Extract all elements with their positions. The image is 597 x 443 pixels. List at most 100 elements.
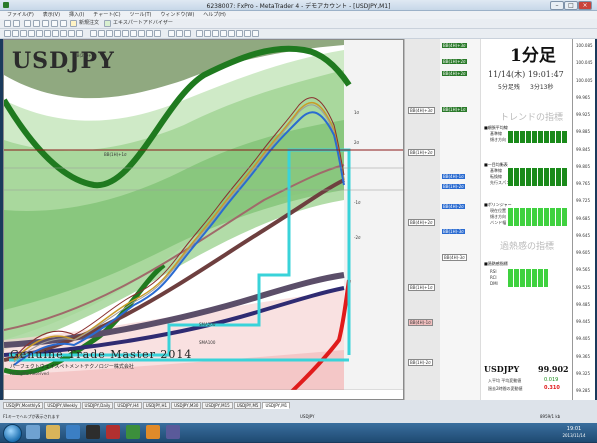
vertical-line-icon[interactable] [20, 30, 27, 37]
band-tag: BB(1H)+2σ [408, 149, 435, 156]
periods-icon[interactable] [244, 30, 251, 37]
price-tick: 99.965 [576, 94, 590, 100]
price-chart[interactable]: USDJPY BB(2H)+3σ BB(1H)+1σ 1σ 2σ -1σ -2σ… [3, 39, 404, 400]
text-icon[interactable] [60, 30, 67, 37]
terminal-icon[interactable] [51, 20, 58, 27]
period-m1-button[interactable] [90, 30, 97, 37]
period-m30-button[interactable] [114, 30, 121, 37]
price-scale[interactable]: 100.085 100.045 100.005 99.965 99.925 99.885 9… [572, 39, 595, 400]
overheat-section-title: ■過熱感指標 [484, 261, 508, 266]
info-panel: BB(4H)+3σ BB(1H)+2σ BB(4H)+2σ BB(1H)+1σ … [440, 39, 572, 400]
period-h1-button[interactable] [122, 30, 129, 37]
menu-chart[interactable]: チャート(C) [93, 11, 120, 19]
trendline-icon[interactable] [36, 30, 43, 37]
price-tick: 100.005 [576, 77, 593, 83]
market-watch-icon[interactable] [24, 20, 31, 27]
menu-view[interactable]: 表示(V) [43, 11, 60, 19]
app-icon[interactable] [66, 425, 80, 439]
trend-grid [508, 208, 568, 226]
menu-insert[interactable]: 挿入(I) [69, 11, 84, 19]
templates-icon[interactable] [252, 30, 259, 37]
data-window-icon[interactable] [33, 20, 40, 27]
price-tick: 99.365 [576, 353, 590, 359]
zoom-out-icon[interactable] [204, 30, 211, 37]
profiles-icon[interactable] [13, 20, 20, 27]
price-tick: 99.925 [576, 112, 590, 117]
period-w1-button[interactable] [146, 30, 153, 37]
fibonacci-icon[interactable] [52, 30, 59, 37]
period-m15-button[interactable] [106, 30, 113, 37]
chart-sigma-label-2: 2σ [354, 140, 360, 145]
close-button[interactable]: × [578, 1, 592, 10]
trend-grid [508, 131, 568, 143]
strategy-tester-icon[interactable] [60, 20, 67, 27]
expert-advisor-icon[interactable] [104, 20, 111, 27]
chart-ma-label-2: SMA100 [199, 340, 216, 345]
chart-tab[interactable]: USDJPY,M1 [262, 402, 291, 409]
ie-icon[interactable] [26, 425, 40, 439]
navigator-icon[interactable] [42, 20, 49, 27]
toolbar-standard: 新規注文 エキスパートアドバイザー [0, 19, 597, 29]
maximize-button[interactable]: □ [564, 1, 578, 10]
chart-sigma-label-3: -1σ [354, 200, 361, 205]
app-icon[interactable] [106, 425, 120, 439]
period-mn-button[interactable] [154, 30, 161, 37]
price-tick: 99.605 [576, 250, 590, 255]
panel-tag-strip: BB(4H)+3σ BB(1H)+2σ BB(4H)+2σ BB(1H)+1σ … [440, 39, 481, 400]
status-symbol: USDJPY [300, 414, 315, 419]
chart-tab[interactable]: USDJPY,M5 [233, 402, 262, 409]
horizontal-line-icon[interactable] [28, 30, 35, 37]
menu-tools[interactable]: ツール(T) [130, 11, 152, 19]
app-icon[interactable] [166, 425, 180, 439]
chart-tab[interactable]: USDJPY,H4 [114, 402, 142, 409]
indicators-icon[interactable] [236, 30, 243, 37]
chart-tab[interactable]: USDJPY,Daily [81, 402, 114, 409]
price-tick: 99.285 [576, 388, 590, 393]
crosshair-icon[interactable] [12, 30, 19, 37]
bar-chart-icon[interactable] [168, 30, 175, 37]
start-button[interactable] [3, 424, 22, 443]
clock-date[interactable]: 2013/11/14 [556, 433, 592, 438]
toolbar-charts [0, 29, 597, 39]
mt4-icon[interactable] [126, 425, 140, 439]
expert-advisor-button[interactable]: エキスパートアドバイザー [113, 20, 173, 27]
period-m5-button[interactable] [98, 30, 105, 37]
period-h4-button[interactable] [130, 30, 137, 37]
chart-tab[interactable]: USDJPY,MonthlyS [3, 402, 44, 409]
zoom-in-icon[interactable] [196, 30, 203, 37]
channel-icon[interactable] [44, 30, 51, 37]
chart-watermark: Genuine Trade Master 2014 [10, 348, 193, 361]
minimize-button[interactable]: – [550, 1, 564, 10]
new-order-icon[interactable] [70, 20, 77, 27]
price-tick: 99.765 [576, 181, 590, 186]
trend-row-label: バンド幅 [490, 220, 507, 225]
menu-window[interactable]: ウィンドウ(W) [160, 11, 194, 19]
candle-remaining-label: 5分足残 [498, 84, 520, 91]
chart-line-label-mid: BB(1H)+1σ [104, 152, 127, 157]
tile-windows-icon[interactable] [212, 30, 219, 37]
price-tick: 99.805 [576, 163, 590, 169]
arrow-icon[interactable] [76, 30, 83, 37]
line-chart-icon[interactable] [184, 30, 191, 37]
clock-time[interactable]: 19:01 [556, 426, 592, 432]
chart-tab[interactable]: USDJPY,M30 [171, 402, 202, 409]
new-chart-icon[interactable] [4, 20, 11, 27]
chart-tab[interactable]: USDJPY,H1 [142, 402, 171, 409]
chart-tab[interactable]: USDJPY,Weekly [44, 402, 81, 409]
label-icon[interactable] [68, 30, 75, 37]
auto-scroll-icon[interactable] [220, 30, 227, 37]
period-d1-button[interactable] [138, 30, 145, 37]
chart-symbol: USDJPY [12, 48, 115, 74]
explorer-icon[interactable] [46, 425, 60, 439]
chart-shift-icon[interactable] [228, 30, 235, 37]
new-order-button[interactable]: 新規注文 [79, 20, 99, 27]
chart-tab[interactable]: USDJPY,M15 [202, 402, 233, 409]
band-tag: BB(1H)-2σ [442, 184, 465, 189]
candlestick-icon[interactable] [176, 30, 183, 37]
menu-help[interactable]: ヘルプ(H) [203, 11, 226, 19]
app-icon[interactable] [86, 425, 100, 439]
app-icon[interactable] [146, 425, 160, 439]
menu-file[interactable]: ファイル(F) [7, 11, 34, 19]
trend-header: トレンドの指標 [500, 113, 564, 123]
cursor-icon[interactable] [4, 30, 11, 37]
